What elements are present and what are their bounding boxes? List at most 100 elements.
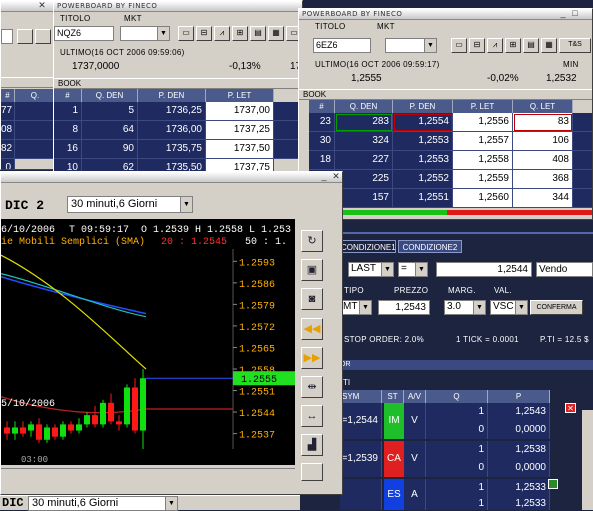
- tipo-dropdown[interactable]: MT ▼: [340, 300, 372, 315]
- fast-forward-icon[interactable]: ▶▶: [301, 347, 323, 369]
- table-row: 1,2558: [453, 151, 513, 170]
- tick-size-label: 1 TICK = 0.0001: [456, 335, 519, 344]
- order-price: 1,2538: [488, 441, 550, 459]
- tab-condizione2[interactable]: CONDIZIONE2: [398, 240, 462, 253]
- prezzo-input[interactable]: 1,2543: [378, 300, 430, 315]
- close-icon[interactable]: ✕: [331, 172, 341, 182]
- point-value-label: P.TI = 12.5 $: [540, 335, 589, 344]
- action-field[interactable]: Vendo: [536, 262, 593, 277]
- nqz6-chart-button[interactable]: ⩘: [214, 26, 230, 41]
- 6ez6-button-1[interactable]: ▭: [451, 38, 467, 53]
- chart-window: _ ✕ DIC 2 30 minuti,6 Giorni ▼ 6/10/2006 …: [0, 171, 343, 495]
- nqz6-button-4[interactable]: ⊞: [232, 26, 248, 41]
- save-icon[interactable]: ▣: [301, 259, 323, 281]
- rewind-icon[interactable]: ◀◀: [301, 318, 323, 340]
- order-status-badge: IM: [384, 403, 404, 439]
- camera-icon[interactable]: ◙: [301, 288, 323, 310]
- 6ez6-titolo-label: TITOLO: [315, 22, 346, 31]
- order-status-badge: ES: [384, 479, 404, 510]
- table-row: 1736,00: [138, 121, 206, 140]
- orders-col-q: Q: [426, 390, 488, 403]
- expand-icon[interactable]: ↔: [301, 405, 323, 427]
- chevron-down-icon: ▼: [381, 263, 393, 276]
- candle-body: [60, 424, 66, 437]
- candle-body: [52, 427, 58, 437]
- 6ez6-col-hash: #: [309, 100, 335, 113]
- nqz6-col-qden: Q. DEN: [82, 89, 138, 102]
- nqz6-mkt-dropdown[interactable]: ▼: [120, 26, 170, 41]
- timeframe-dropdown[interactable]: 30 minuti,6 Giorni ▼: [67, 196, 193, 213]
- vertical-scrollbar[interactable]: [582, 410, 593, 510]
- 6ez6-button-2[interactable]: ⊟: [469, 38, 485, 53]
- bottom-timeframe-dropdown[interactable]: 30 minuti,6 Giorni ▼: [28, 496, 178, 511]
- nqz6-button-2[interactable]: ⊟: [196, 26, 212, 41]
- order-price: 1,2533: [488, 479, 550, 497]
- nqz6-titolo-input[interactable]: NQZ6: [54, 26, 114, 41]
- candle-body: [76, 424, 82, 431]
- 6ez6-button-4[interactable]: ⊞: [505, 38, 521, 53]
- 6ez6-button-5[interactable]: ▤: [523, 38, 539, 53]
- order-side: A: [404, 479, 426, 510]
- 6ez6-mkt-dropdown[interactable]: ▼: [385, 38, 437, 53]
- maximize-icon[interactable]: □: [570, 9, 580, 19]
- table-row: [573, 189, 592, 208]
- stop-order-label: STOP ORDER: 2.0%: [344, 335, 425, 344]
- left-titolo-field[interactable]: [1, 29, 13, 44]
- refresh-icon[interactable]: ↻: [301, 230, 323, 252]
- bottom-timeframe-value: 30 minuti,6 Giorni: [32, 497, 119, 509]
- 6ez6-col-plet: P. LET: [453, 100, 513, 113]
- chart-area[interactable]: 6/10/2006 T 09:59:17 O 1.2539 H 1.2558 L…: [1, 219, 295, 465]
- left-toolbar-button-2[interactable]: [35, 29, 51, 44]
- filled-order-icon: [548, 479, 558, 489]
- order-sym[interactable]: =1,2544: [340, 403, 382, 439]
- chevron-down-icon: ▼: [157, 27, 169, 40]
- sma-cyan-line: [1, 273, 147, 318]
- minimize-icon[interactable]: _: [319, 172, 329, 182]
- table-row: 16: [54, 140, 82, 159]
- candle-body: [92, 415, 98, 425]
- condition-value-input[interactable]: 1,2544: [436, 262, 532, 277]
- marg-value: 3.0: [447, 301, 461, 312]
- val-dropdown[interactable]: VSC ▼: [490, 300, 528, 315]
- nqz6-button-1[interactable]: ▭: [178, 26, 194, 41]
- table-row: 1735,75: [138, 140, 206, 159]
- left-row-2: 82: [1, 140, 15, 159]
- blank-button[interactable]: [301, 463, 323, 481]
- cancel-order-icon[interactable]: ✕: [565, 403, 576, 413]
- condition-operator-dropdown[interactable]: = ▼: [398, 262, 428, 277]
- order-qty: 1: [426, 441, 488, 459]
- orders-panel: OR TI SYM ST A/V Q P =1,2544 IM V 1 1,25…: [340, 360, 593, 510]
- order-sym[interactable]: =1,2539: [340, 441, 382, 477]
- table-row: 106: [513, 132, 573, 151]
- 6ez6-chart-button[interactable]: ⩘: [487, 38, 503, 53]
- minimize-icon[interactable]: _: [558, 9, 568, 19]
- nqz6-titlebar: POWERBOARD BY FINECO: [54, 1, 302, 12]
- condition-type-dropdown[interactable]: LAST ▼: [348, 262, 394, 277]
- order-side: V: [404, 441, 426, 477]
- nqz6-button-5[interactable]: ▤: [250, 26, 266, 41]
- order-sym[interactable]: [340, 479, 382, 510]
- horizontal-scrollbar[interactable]: [1, 468, 295, 480]
- tab-condizione1[interactable]: CONDIZIONE1: [340, 240, 396, 253]
- left-toolbar-button[interactable]: [17, 29, 33, 44]
- y-tick-label: 1.2579: [239, 301, 275, 312]
- order-qty-2: 0: [426, 459, 488, 477]
- bar-chart-icon[interactable]: ▟: [301, 434, 323, 456]
- 6ez6-titolo-input[interactable]: 6EZ6: [313, 38, 371, 53]
- candle-body: [20, 427, 26, 434]
- marg-dropdown[interactable]: 3.0 ▼: [444, 300, 486, 315]
- nqz6-col-plet: P. LET: [206, 89, 274, 102]
- 6ez6-button-6[interactable]: ▦: [541, 38, 557, 53]
- table-row: 83: [513, 113, 573, 132]
- nqz6-button-6[interactable]: ▦: [268, 26, 284, 41]
- y-tick-label: 1.2572: [239, 323, 275, 334]
- candle-body: [12, 427, 18, 434]
- table-row: 5: [82, 102, 138, 121]
- 6ez6-tas-button[interactable]: T&S: [559, 38, 591, 53]
- compress-icon[interactable]: ⇹: [301, 376, 323, 398]
- time-axis-label: 03:00: [21, 455, 49, 465]
- close-icon[interactable]: ✕: [37, 1, 47, 11]
- table-row: [573, 170, 592, 189]
- conferma-button[interactable]: CONFERMA: [530, 300, 583, 315]
- table-row: 1737,50: [206, 140, 274, 159]
